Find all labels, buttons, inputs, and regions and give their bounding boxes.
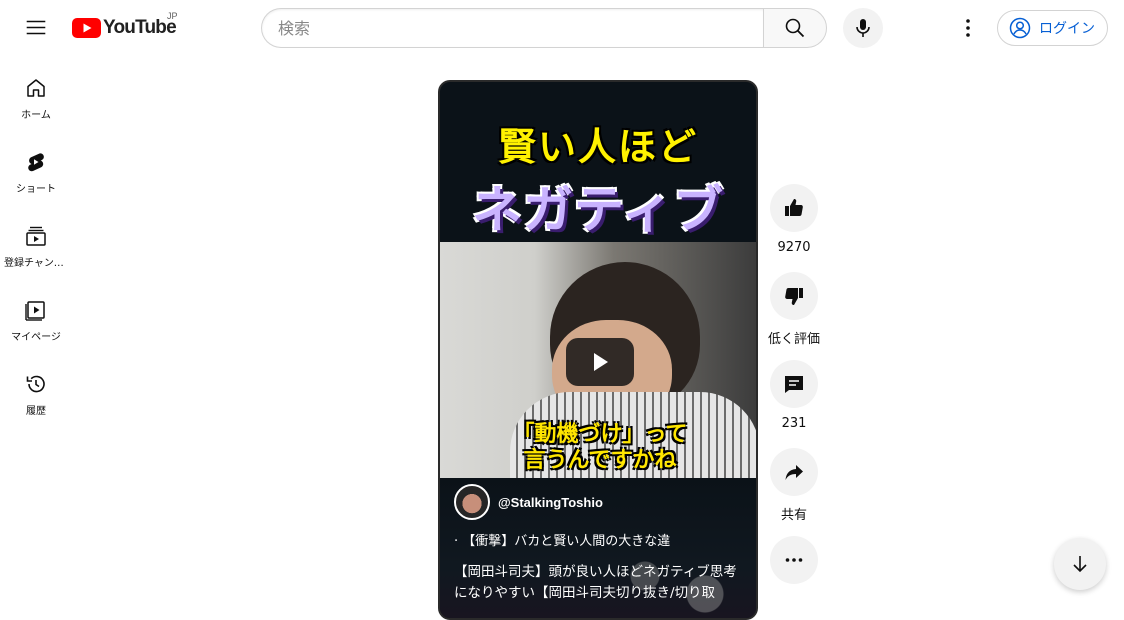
share-arrow-icon (785, 465, 803, 480)
comment-count: 231 (781, 416, 807, 431)
sidebar-item-you[interactable]: マイページ (4, 278, 68, 352)
caption-line-2: 言うんですかね (523, 448, 677, 473)
horizontal-dots-icon (785, 558, 803, 562)
dislike-action: 低く評価 (768, 272, 821, 347)
video-overlay-subtitle: ネガティブ (472, 181, 724, 239)
sidebar-item-label: マイページ (11, 332, 61, 343)
login-button[interactable]: ログイン (997, 10, 1108, 46)
history-icon (26, 375, 45, 393)
search-box[interactable] (261, 8, 764, 48)
youtube-logo[interactable]: YouTube (72, 16, 177, 40)
channel-handle[interactable]: @StalkingToshio (498, 495, 603, 510)
login-label: ログイン (1039, 21, 1095, 37)
sidebar-item-history[interactable]: 履歴 (4, 352, 68, 426)
search-input[interactable] (278, 18, 764, 38)
short-video-player[interactable]: 賢い人ほど ネガティブ 「動機づけ」って 言うんですかね @StalkingTo… (438, 80, 758, 620)
play-icon (594, 353, 608, 371)
logo-region-code: JP (167, 11, 178, 21)
more-actions (770, 536, 818, 584)
sidebar-item-label: ショート (16, 184, 56, 195)
hamburger-menu-icon (26, 20, 46, 35)
dislike-button[interactable] (770, 272, 818, 320)
channel-link[interactable]: @StalkingToshio (454, 484, 603, 520)
next-short-button[interactable] (1054, 538, 1106, 590)
voice-search-button[interactable] (843, 8, 883, 48)
logo-wordmark: YouTube (103, 17, 177, 38)
video-description[interactable]: 【岡田斗司夫】頭が良い人ほどネガティブ思考になりやすい【岡田斗司夫切り抜き/切り… (454, 562, 746, 604)
search-button[interactable] (763, 8, 827, 48)
share-label: 共有 (780, 508, 807, 523)
guide-menu-button[interactable] (16, 8, 56, 48)
dislike-label: 低く評価 (768, 332, 821, 347)
youtube-play-logo-icon (72, 18, 101, 38)
subscriptions-icon (26, 226, 46, 246)
like-count: 9270 (777, 240, 811, 255)
vertical-dots-icon (966, 19, 970, 37)
you-library-icon (25, 301, 45, 321)
sidebar-item-label: 履歴 (26, 406, 46, 417)
sidebar-item-home[interactable]: ホーム (4, 56, 68, 130)
microphone-icon (856, 19, 870, 37)
sidebar-item-label: 登録チャンネル (4, 258, 68, 269)
masthead: YouTube JP ログイン (0, 0, 1124, 56)
caption-line-1: 「動機づけ」って (512, 422, 688, 447)
sidebar-item-label: ホーム (21, 110, 51, 121)
play-button[interactable] (566, 338, 634, 386)
thumbs-down-icon (785, 288, 803, 305)
account-circle-icon (1009, 17, 1031, 39)
sidebar-item-subscriptions[interactable]: 登録チャンネル (4, 204, 68, 278)
like-button[interactable] (770, 184, 818, 232)
audio-source-text[interactable]: · 【衝撃】バカと賢い人間の大きな違 (454, 530, 670, 549)
shorts-icon (28, 153, 44, 172)
comments-button[interactable] (770, 360, 818, 408)
arrow-down-icon (1073, 556, 1087, 573)
share-action: 共有 (770, 448, 818, 523)
search-icon (785, 18, 805, 38)
thumbs-up-icon (785, 199, 803, 216)
video-overlay-title: 賢い人ほど (497, 125, 698, 169)
settings-more-button[interactable] (948, 8, 988, 48)
share-button[interactable] (770, 448, 818, 496)
like-action: 9270 (770, 184, 818, 255)
comment-icon (785, 376, 803, 393)
comments-action: 231 (770, 360, 818, 431)
sidebar-item-shorts[interactable]: ショート (4, 130, 68, 204)
video-caption: 「動機づけ」って 言うんですかね (490, 422, 710, 474)
channel-avatar[interactable] (454, 484, 490, 520)
more-actions-button[interactable] (770, 536, 818, 584)
home-icon (27, 79, 45, 97)
